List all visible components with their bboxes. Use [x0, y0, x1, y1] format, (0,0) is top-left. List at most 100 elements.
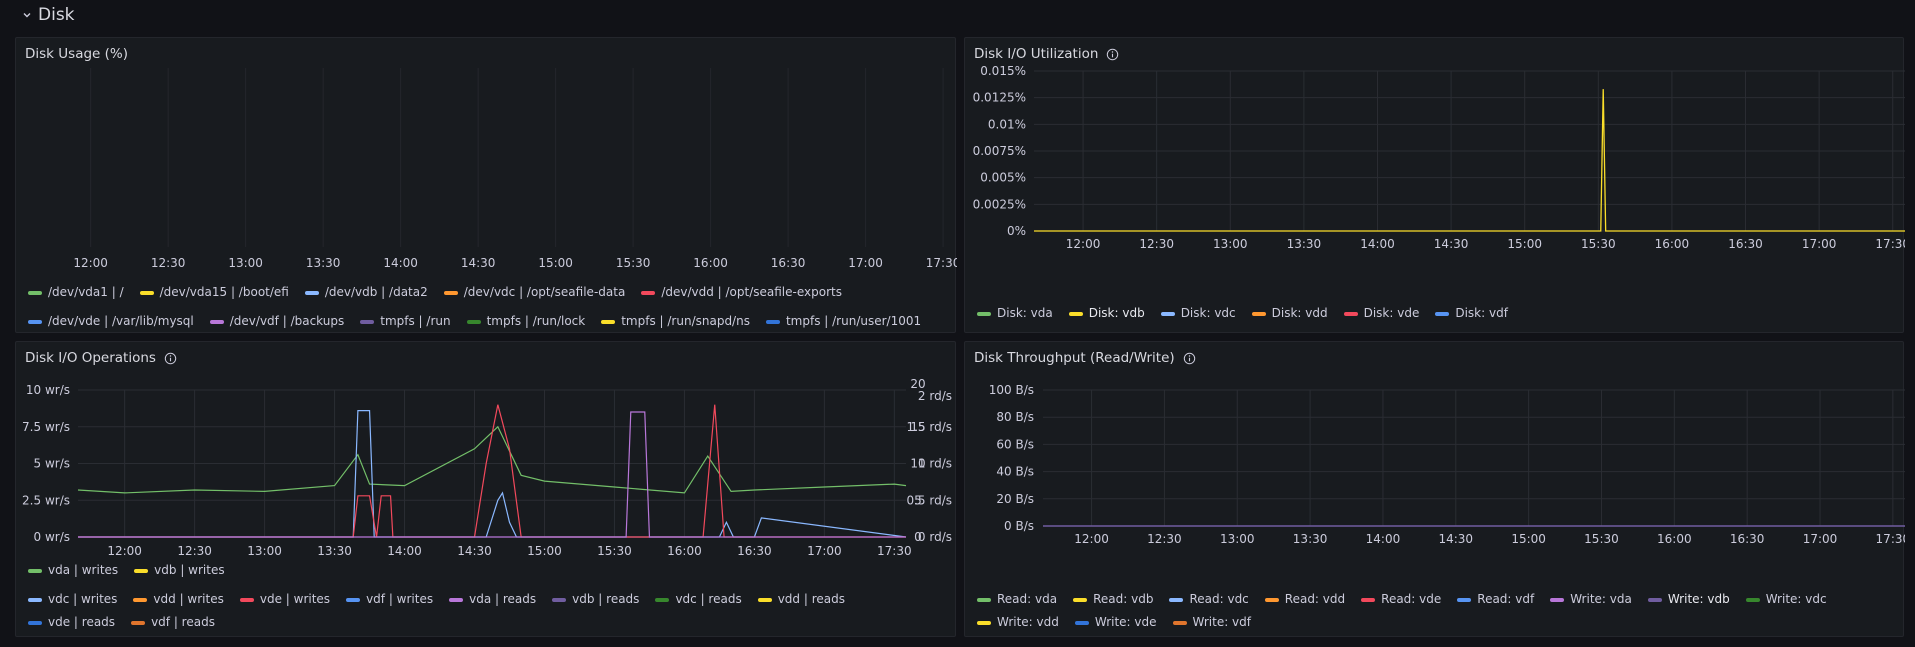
x-tick-label: 14:00	[383, 256, 418, 268]
x-tick-label: 12:30	[177, 544, 212, 558]
legend-label: tmpfs | /run	[380, 314, 451, 328]
x-tick-label: 13:30	[306, 256, 341, 268]
legend-swatch	[1343, 311, 1358, 316]
legend-label: vda | writes	[48, 563, 119, 577]
legend-item[interactable]: vdc | writes	[28, 591, 117, 608]
legend-label: Disk: vde	[1363, 306, 1420, 320]
legend-swatch	[1745, 597, 1760, 602]
legend-item[interactable]: vdd | reads	[757, 591, 845, 608]
x-tick-label: 17:30	[1876, 532, 1905, 546]
legend-swatch	[1068, 311, 1083, 316]
legend-item[interactable]: vdb | writes	[134, 562, 225, 579]
legend-item[interactable]: Disk: vdf	[1435, 305, 1508, 322]
util-chart[interactable]: 0.015% 0.0125% 0.01% 0.0075% 0.005% 0.0025% 0%…	[965, 38, 1905, 308]
throughput-legend: Read: vda Read: vdb Read: vdc Read: vdd Read…	[977, 591, 1893, 631]
legend-item[interactable]: tmpfs | /run/user/1001	[765, 313, 922, 330]
x-tick-label: 13:30	[1293, 532, 1328, 546]
legend-item[interactable]: Read: vdd	[1264, 591, 1345, 608]
legend-swatch	[1074, 620, 1089, 625]
legend-item[interactable]: Disk: vdb	[1068, 305, 1145, 322]
legend-label: Write: vde	[1094, 615, 1157, 629]
y-tick-label: 0.01%	[988, 117, 1026, 131]
legend-swatch	[1435, 311, 1450, 316]
legend-item[interactable]: Read: vde	[1361, 591, 1441, 608]
legend-item[interactable]: Disk: vdc	[1160, 305, 1236, 322]
y-tick-label: 10 wr/s	[26, 383, 70, 397]
legend-item[interactable]: /dev/vdc | /opt/seafile-data	[443, 284, 625, 301]
legend-swatch	[757, 597, 772, 602]
legend-swatch	[977, 311, 991, 316]
legend-swatch	[1172, 620, 1187, 625]
legend-label: tmpfs | /run/user/1001	[785, 314, 922, 328]
legend-item[interactable]: vda | writes	[28, 562, 118, 579]
legend-item[interactable]: /dev/vda15 | /boot/efi	[139, 284, 289, 301]
legend-item[interactable]: /dev/vdb | /data2	[304, 284, 428, 301]
legend-item[interactable]: tmpfs | /run/lock	[466, 313, 586, 330]
legend-swatch	[1160, 311, 1175, 316]
legend-item[interactable]: Disk: vdd	[1251, 305, 1328, 322]
legend-item[interactable]: tmpfs | /run	[360, 313, 451, 330]
usage-chart[interactable]: 12:00 12:30 13:00 13:30 14:00 14:30 15:00 15:30…	[16, 38, 957, 268]
legend-item[interactable]: /dev/vda1 | /	[28, 284, 124, 301]
y-tick-label: 40 B/s	[996, 465, 1034, 479]
y-right2-tick-label: 2 rd/s	[918, 389, 952, 403]
y-tick-label: 0.005%	[980, 171, 1026, 185]
legend-item[interactable]: Read: vdf	[1457, 591, 1534, 608]
legend-swatch	[133, 597, 148, 602]
y-tick-label: 100 B/s	[989, 383, 1034, 397]
legend-item[interactable]: Write: vdc	[1745, 591, 1827, 608]
y-right2-tick-label: 0.5 rd/s	[906, 493, 952, 507]
x-tick-label: 17:00	[1803, 532, 1838, 546]
legend-item[interactable]: Read: vda	[977, 591, 1057, 608]
y-right2-tick-label: 1.5 rd/s	[906, 420, 952, 434]
legend-item[interactable]: Read: vdc	[1169, 591, 1249, 608]
legend-item[interactable]: vdb | reads	[552, 591, 639, 608]
x-tick-label: 16:00	[1657, 532, 1692, 546]
ops-chart[interactable]: 10 wr/s7.5 wr/s5 wr/s2.5 wr/s0 wr/s20151…	[16, 342, 957, 562]
legend-item[interactable]: Write: vdf	[1172, 614, 1251, 631]
legend-item[interactable]: Disk: vde	[1343, 305, 1420, 322]
throughput-chart[interactable]: 100 B/s 80 B/s 60 B/s 40 B/s 20 B/s 0 B/s 12:0…	[965, 342, 1905, 592]
legend-item[interactable]: vdc | reads	[655, 591, 742, 608]
row-header-disk[interactable]: Disk	[22, 2, 75, 28]
legend-item[interactable]: /dev/vdd | /opt/seafile-exports	[641, 284, 842, 301]
x-tick-label: 14:00	[387, 544, 422, 558]
legend-item[interactable]: /dev/vdf | /backups	[209, 313, 344, 330]
legend-swatch	[1073, 597, 1088, 602]
row-title: Disk	[38, 5, 75, 25]
legend-item[interactable]: Write: vdb	[1647, 591, 1730, 608]
x-tick-label: 14:30	[461, 256, 496, 268]
legend-item[interactable]: Write: vdd	[977, 614, 1059, 631]
legend-swatch	[131, 620, 146, 625]
legend-item[interactable]: tmpfs | /run/snapd/ns	[601, 313, 750, 330]
legend-label: tmpfs | /run/lock	[486, 314, 586, 328]
x-tick-label: 15:00	[538, 256, 573, 268]
x-tick-label: 16:30	[1730, 532, 1765, 546]
legend-swatch	[209, 319, 224, 324]
legend-item[interactable]: vdf | writes	[346, 591, 433, 608]
x-tick-label: 13:00	[1213, 237, 1248, 251]
legend-item[interactable]: vde | writes	[239, 591, 330, 608]
legend-item[interactable]: Write: vda	[1550, 591, 1632, 608]
x-tick-label: 15:00	[1511, 532, 1546, 546]
legend-item[interactable]: vda | reads	[449, 591, 536, 608]
legend-item[interactable]: vde | reads	[28, 614, 115, 631]
x-tick-label: 16:00	[1655, 237, 1690, 251]
y-tick-label: 80 B/s	[996, 410, 1034, 424]
x-tick-label: 17:30	[877, 544, 912, 558]
panel-disk-usage: Disk Usage (%) 12:00 12:30 13:00 13:30 14:00…	[15, 37, 957, 333]
legend-item[interactable]: vdd | writes	[133, 591, 224, 608]
legend-swatch	[28, 319, 42, 324]
legend-label: Read: vde	[1381, 592, 1442, 606]
legend-swatch	[239, 597, 254, 602]
x-tick-label: 14:30	[457, 544, 492, 558]
legend-item[interactable]: Disk: vda	[977, 305, 1053, 322]
x-tick-label: 13:00	[247, 544, 282, 558]
legend-item[interactable]: vdf | reads	[131, 614, 215, 631]
legend-item[interactable]: Write: vde	[1074, 614, 1157, 631]
legend-item[interactable]: /dev/vde | /var/lib/mysql	[28, 313, 194, 330]
y-tick-label: 60 B/s	[996, 437, 1034, 451]
legend-item[interactable]: Read: vdb	[1073, 591, 1153, 608]
x-tick-label: 16:00	[693, 256, 728, 268]
x-tick-label: 12:00	[107, 544, 142, 558]
